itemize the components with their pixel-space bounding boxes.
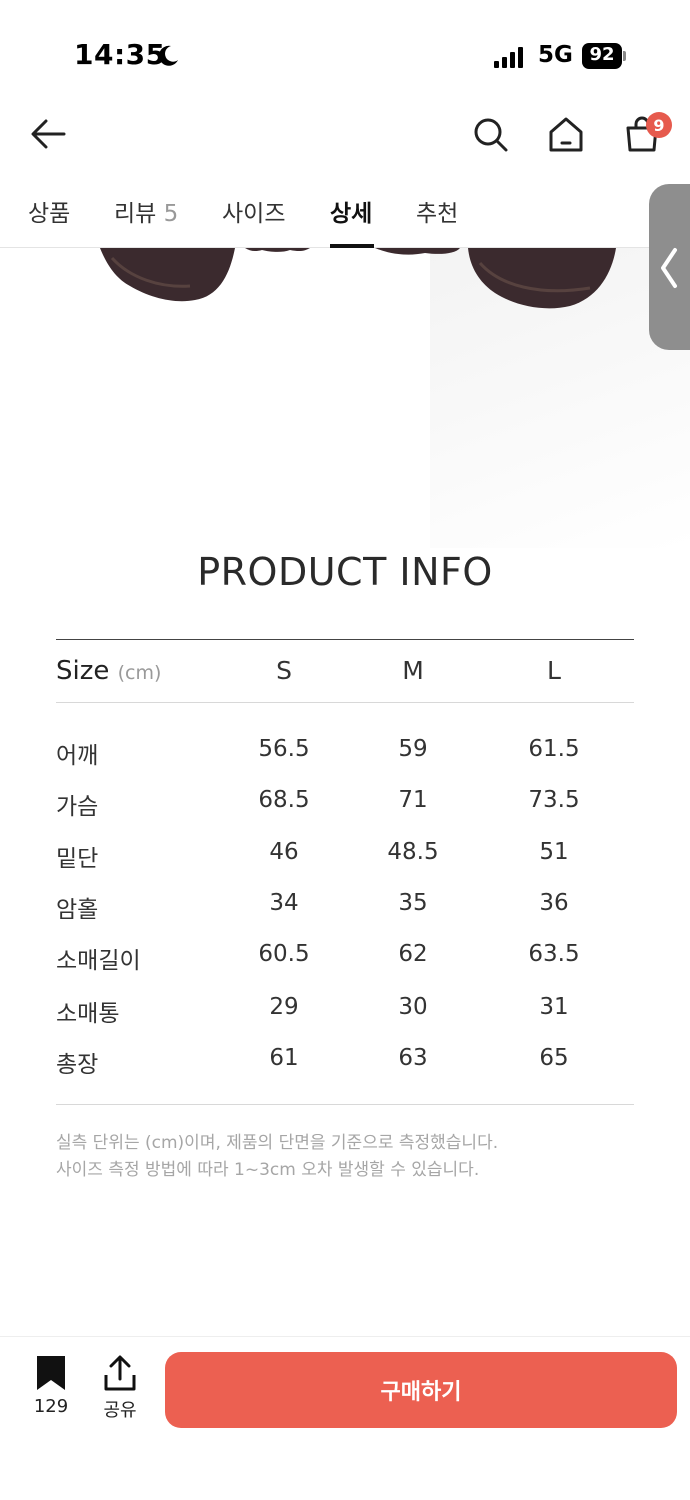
status-time: 14:35 bbox=[74, 38, 166, 71]
cell-value: 68.5 bbox=[258, 787, 310, 813]
table-row: 밑단 46 48.5 51 bbox=[0, 839, 690, 879]
cell-value: 73.5 bbox=[528, 787, 580, 813]
cell-value: 56.5 bbox=[258, 736, 310, 762]
column-header-l: L bbox=[547, 656, 561, 685]
back-button[interactable] bbox=[26, 112, 70, 156]
bookmark-count: 129 bbox=[33, 1396, 69, 1417]
tab-label: 추천 bbox=[416, 201, 459, 227]
tab-detail[interactable]: 상세 bbox=[330, 194, 372, 248]
unit-label: (cm) bbox=[117, 662, 162, 684]
table-row: 소매통 29 30 31 bbox=[0, 994, 690, 1034]
column-header-m: M bbox=[402, 656, 424, 685]
cell-value: 63 bbox=[398, 1045, 428, 1071]
arrow-left-icon bbox=[31, 119, 66, 149]
size-header: Size (cm) bbox=[56, 656, 161, 686]
battery-level: 92 bbox=[589, 44, 615, 65]
cell-value: 34 bbox=[269, 890, 299, 916]
row-label: 총장 bbox=[56, 1052, 99, 1078]
share-label: 공유 bbox=[103, 1400, 137, 1421]
table-row: 총장 61 63 65 bbox=[0, 1045, 690, 1085]
buy-button[interactable]: 구매하기 bbox=[165, 1352, 677, 1428]
tab-product[interactable]: 상품 bbox=[28, 194, 70, 248]
row-label: 암홀 bbox=[56, 897, 99, 923]
measurement-note: 사이즈 측정 방법에 따라 1~3cm 오차 발생할 수 있습니다. bbox=[56, 1160, 480, 1180]
cell-value: 36 bbox=[539, 890, 569, 916]
column-header-s: S bbox=[276, 656, 292, 685]
divider bbox=[56, 1104, 634, 1105]
review-count: 5 bbox=[163, 201, 179, 227]
tab-recommend[interactable]: 추천 bbox=[416, 194, 458, 248]
table-row: 가슴 68.5 71 73.5 bbox=[0, 787, 690, 827]
signal-icon bbox=[494, 47, 523, 68]
cell-value: 48.5 bbox=[387, 839, 439, 865]
battery-cap bbox=[623, 51, 626, 61]
row-label: 밑단 bbox=[56, 846, 99, 872]
cell-value: 51 bbox=[539, 839, 569, 865]
row-label: 어깨 bbox=[56, 743, 99, 769]
tab-label: 상품 bbox=[28, 201, 71, 227]
bookmark-icon[interactable] bbox=[34, 1355, 68, 1391]
cell-value: 60.5 bbox=[258, 941, 310, 967]
divider bbox=[56, 639, 634, 640]
side-panel-handle[interactable] bbox=[649, 184, 690, 350]
cell-value: 65 bbox=[539, 1045, 569, 1071]
measurement-note: 실측 단위는 (cm)이며, 제품의 단면을 기준으로 측정했습니다. bbox=[56, 1133, 499, 1153]
cell-value: 35 bbox=[398, 890, 428, 916]
cell-value: 30 bbox=[398, 994, 428, 1020]
status-bar: 14:35 5G 92 bbox=[0, 0, 690, 100]
tab-label: 리뷰 bbox=[114, 201, 157, 227]
row-label: 소매길이 bbox=[56, 948, 141, 974]
cell-value: 62 bbox=[398, 941, 428, 967]
cell-value: 71 bbox=[398, 787, 428, 813]
divider bbox=[56, 702, 634, 703]
cell-value: 61.5 bbox=[528, 736, 580, 762]
row-label: 소매통 bbox=[56, 1001, 120, 1027]
network-label: 5G bbox=[538, 42, 573, 68]
product-info-title: PRODUCT INFO bbox=[197, 550, 493, 594]
table-row: 암홀 34 35 36 bbox=[0, 890, 690, 930]
home-icon bbox=[549, 117, 583, 152]
search-icon bbox=[474, 118, 508, 152]
tab-review[interactable]: 리뷰 5 bbox=[114, 194, 178, 248]
row-label: 가슴 bbox=[56, 794, 99, 820]
cell-value: 63.5 bbox=[528, 941, 580, 967]
cell-value: 29 bbox=[269, 994, 299, 1020]
cell-value: 46 bbox=[269, 839, 299, 865]
moon-icon bbox=[158, 45, 178, 66]
section-tabs: 상품 리뷰 5 사이즈 상세 추천 bbox=[0, 180, 690, 248]
product-image bbox=[100, 248, 616, 309]
table-row: 어깨 56.5 59 61.5 bbox=[0, 736, 690, 776]
battery-indicator: 92 bbox=[582, 43, 626, 69]
share-icon[interactable] bbox=[102, 1355, 138, 1391]
cell-value: 59 bbox=[398, 736, 428, 762]
home-button[interactable] bbox=[544, 112, 588, 156]
tab-label: 사이즈 bbox=[222, 201, 286, 227]
cart-count-badge: 9 bbox=[646, 112, 672, 138]
search-button[interactable] bbox=[468, 112, 512, 156]
table-row: 소매길이 60.5 62 63.5 bbox=[0, 941, 690, 981]
cell-value: 31 bbox=[539, 994, 569, 1020]
tab-size[interactable]: 사이즈 bbox=[222, 194, 285, 248]
cell-value: 61 bbox=[269, 1045, 299, 1071]
chevron-left-icon bbox=[661, 248, 677, 288]
size-label: Size bbox=[56, 656, 110, 686]
tab-label: 상세 bbox=[330, 201, 373, 227]
